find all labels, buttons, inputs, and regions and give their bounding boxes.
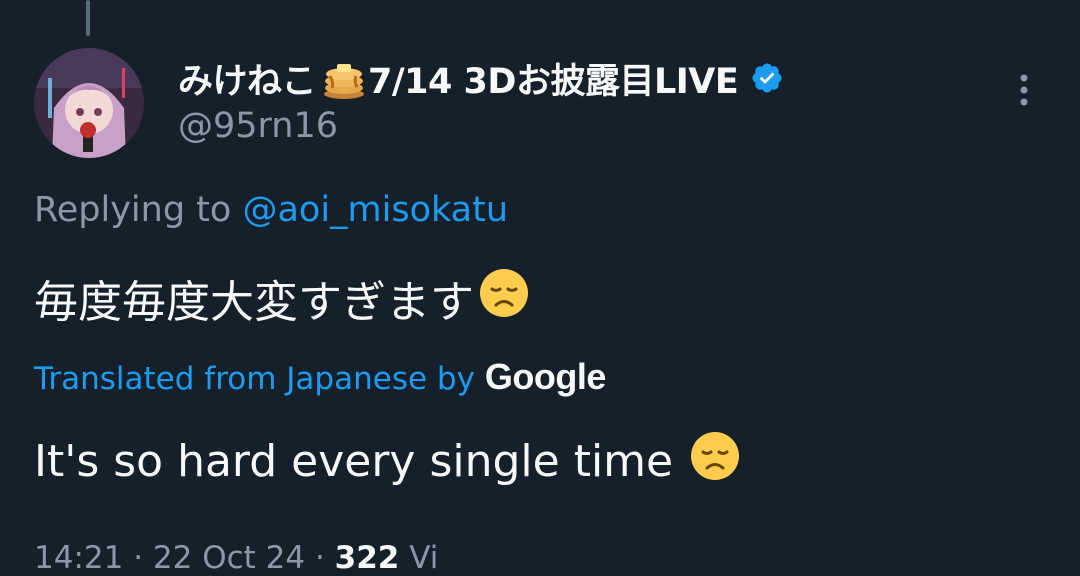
replying-to-label: Replying to	[34, 190, 232, 230]
translated-from-label: Translated from Japanese by	[34, 361, 475, 397]
tweet-metadata: 14:21 · 22 Oct 24 · 322 Vi	[34, 540, 438, 576]
more-options-icon[interactable]	[1010, 72, 1038, 112]
tweet-timestamp[interactable]: 14:21 · 22 Oct 24 ·	[34, 540, 325, 576]
view-count: 322	[334, 540, 400, 576]
author-display-name[interactable]: みけねこ 7/14 3Dお披露目LIVE	[178, 54, 784, 102]
display-name-text: みけねこ	[178, 61, 317, 102]
replying-to-line: Replying to @aoi_misokatu	[34, 190, 508, 230]
thread-connector-line	[86, 0, 90, 36]
pancakes-icon	[320, 54, 368, 102]
display-name-event-text: 7/14 3Dお披露目LIVE	[368, 61, 739, 102]
author-handle[interactable]: @95rn16	[178, 106, 338, 146]
google-logo: Google	[484, 356, 607, 397]
avatar[interactable]	[34, 48, 144, 158]
translation-attribution[interactable]: Translated from Japanese by Google	[34, 356, 606, 398]
translated-text-content: It's so hard every single time	[34, 436, 674, 487]
disappointed-face-icon	[689, 430, 741, 493]
views-label: Vi	[409, 540, 439, 576]
translated-text: It's so hard every single time	[34, 430, 741, 493]
verified-badge-icon[interactable]	[750, 61, 784, 95]
tweet-text: 毎度毎度大変すぎます	[34, 266, 530, 330]
disappointed-face-icon	[478, 267, 530, 330]
replying-to-handle-link[interactable]: @aoi_misokatu	[242, 190, 508, 230]
tweet-text-content: 毎度毎度大変すぎます	[34, 277, 474, 328]
